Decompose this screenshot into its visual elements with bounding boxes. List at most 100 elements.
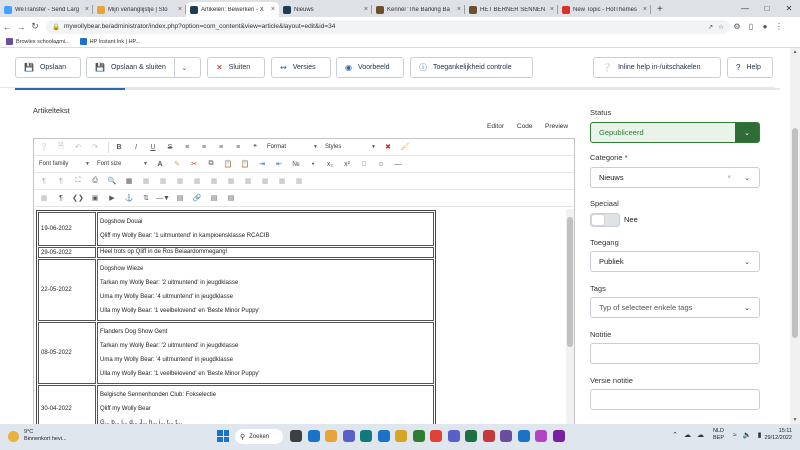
taskbar-app-icon[interactable] (517, 430, 530, 442)
news-date[interactable]: 30-04-2022 (38, 385, 96, 424)
taskbar-app-icon[interactable] (482, 430, 495, 442)
news-description[interactable]: Flanders Dog Show Gent Tarkan my Wolly Be… (97, 322, 434, 384)
browser-tab[interactable]: HET BERNER SENNEN × (465, 2, 558, 17)
page-break-icon[interactable]: ⇅ (139, 192, 153, 205)
version-note-input[interactable] (590, 389, 760, 410)
taskbar-app-icon[interactable] (465, 430, 477, 442)
taskbar-app-icon[interactable] (447, 430, 460, 442)
cell-split-icon[interactable]: ▦ (275, 175, 289, 188)
underline-icon[interactable]: U (146, 141, 160, 154)
col-delete-icon[interactable]: ▦ (258, 175, 272, 188)
row-insert-before-icon[interactable]: ▦ (173, 175, 187, 188)
menu-icon[interactable]: ⋮ (772, 22, 786, 31)
clear-icon[interactable]: × (727, 175, 731, 181)
align-center-icon[interactable]: ≡ (197, 141, 211, 154)
editor-body[interactable]: 19-06-2022 Dogshow Douai Qliff my Wolly Be… (34, 209, 574, 424)
forward-icon[interactable]: → (14, 22, 28, 32)
tab-close-icon[interactable]: × (85, 6, 89, 13)
special-char-icon[interactable]: Ω (357, 158, 371, 171)
horizontal-rule-icon[interactable]: — (391, 158, 405, 171)
battery-icon[interactable]: ▮ (758, 431, 762, 439)
bookmark-hp-instant-ink[interactable]: HP Instant Ink | HP... (79, 38, 140, 45)
versions-button[interactable]: ↭ Versies (271, 57, 331, 78)
url-text[interactable]: mywollybear.be/administrator/index.php?o… (64, 23, 703, 30)
align-left-icon[interactable]: ≡ (180, 141, 194, 154)
readmore-icon[interactable]: ▤ (224, 192, 238, 205)
browser-tab[interactable]: Nieuws × (279, 2, 372, 17)
taskbar-search[interactable]: ⚲ Zoeken (235, 429, 283, 444)
news-description[interactable]: Dogshow Wieze Tarkan my Wolly Bear: '2 ui… (97, 259, 434, 321)
bullet-list-icon[interactable]: • (306, 158, 320, 171)
cell-merge-icon[interactable]: ▦ (292, 175, 306, 188)
preview-button[interactable]: ◉ Voorbeeld (336, 57, 404, 78)
back-icon[interactable]: ← (0, 22, 14, 32)
volume-icon[interactable]: 🔈 (743, 431, 752, 439)
taskbar-app-icon[interactable] (395, 430, 407, 442)
reload-icon[interactable]: ↻ (28, 21, 42, 32)
tab-close-icon[interactable]: × (178, 6, 182, 13)
undo-icon[interactable]: ↶ (71, 141, 85, 154)
help-button[interactable]: ? Help (727, 57, 773, 78)
browser-tab[interactable]: WeTransfer - Send Larg × (0, 2, 93, 17)
inline-help-button[interactable]: ❔ Inline help in-/uitschakelen (593, 57, 721, 78)
close-window-icon[interactable]: ✕ (778, 0, 800, 17)
fullscreen-icon[interactable]: ⛶ (71, 175, 85, 188)
print-icon[interactable]: ⎙ (88, 175, 102, 188)
taskbar-app-icon[interactable] (535, 430, 547, 442)
tab-close-icon[interactable]: × (457, 6, 461, 13)
indent-icon[interactable]: ⇥ (255, 158, 269, 171)
format-select[interactable]: Format ▼ (265, 141, 320, 153)
tags-input[interactable]: Typ of selecteer enkele tags ⌄ (590, 297, 760, 318)
highlight-icon[interactable]: ✎ (170, 158, 184, 171)
address-bar[interactable]: 🔒 mywollybear.be/administrator/index.php… (46, 19, 730, 34)
windows-start-icon[interactable] (217, 430, 229, 442)
taskbar-app-icon[interactable] (552, 430, 565, 442)
tab-editor[interactable]: Editor (487, 123, 504, 130)
remove-format-icon[interactable]: ✖ (381, 141, 395, 154)
pilcrow-icon[interactable]: ¶ (54, 192, 68, 205)
text-color-icon[interactable]: A (153, 158, 167, 171)
copy-icon[interactable]: ⧉ (204, 158, 218, 171)
tab-code[interactable]: Code (517, 123, 533, 130)
superscript-icon[interactable]: x² (340, 158, 354, 171)
help-icon[interactable]: ❔ (37, 141, 51, 154)
outdent-icon[interactable]: ⇤ (272, 158, 286, 171)
page-scrollbar[interactable]: ▲ ▼ (790, 48, 800, 424)
emoticon-icon[interactable]: ☺ (374, 158, 388, 171)
image-icon[interactable]: ▣ (88, 192, 102, 205)
news-description[interactable]: Heel trots op Qliff in de Ros Beiaardomm… (97, 247, 434, 258)
align-justify-icon[interactable]: ≡ (231, 141, 245, 154)
ltr-icon[interactable]: ¶ (37, 175, 51, 188)
clock[interactable]: 15:11 29/12/2022 (764, 428, 792, 442)
taskbar-app-icon[interactable] (360, 430, 372, 442)
blockquote-icon[interactable]: ❝ (248, 141, 262, 154)
wifi-icon[interactable]: ≈ (733, 432, 737, 439)
table-row[interactable]: 29-05-2022 Heel trots op Qliff in de Ros … (38, 247, 434, 258)
browser-tab[interactable]: Kennel 'The Barking Ba × (372, 2, 465, 17)
save-button[interactable]: 💾 Opslaan (15, 57, 81, 78)
browser-tab[interactable]: Mijn verlanglijstje | Sto × (93, 2, 186, 17)
tab-close-icon[interactable]: × (364, 6, 368, 13)
cloud-icon[interactable]: ☁ (684, 431, 691, 439)
language-indicator[interactable]: NLD BEP (713, 428, 724, 442)
anchor-icon[interactable]: ⚓ (122, 192, 136, 205)
news-description[interactable]: Belgische Sennenhonden Club: Fokselectie… (97, 385, 434, 424)
browser-tab[interactable]: New Topic - HotThemes × (558, 2, 651, 17)
italic-icon[interactable]: I (129, 141, 143, 154)
redo-icon[interactable]: ↷ (88, 141, 102, 154)
weather-widget[interactable]: 9°C Binnenkort hevi... (8, 429, 67, 443)
table-row[interactable]: 19-06-2022 Dogshow Douai Qliff my Wolly Be… (38, 212, 434, 246)
tab-preview[interactable]: Preview (545, 123, 568, 130)
news-date[interactable]: 29-05-2022 (38, 247, 96, 258)
news-date[interactable]: 22-05-2022 (38, 259, 96, 321)
table-row[interactable]: 22-05-2022 Dogshow Wieze Tarkan my Wolly B… (38, 259, 434, 321)
new-document-icon[interactable]: 🗎 (54, 141, 68, 154)
align-right-icon[interactable]: ≡ (214, 141, 228, 154)
status-select[interactable]: Gepubliceerd ⌄ (590, 122, 760, 143)
code-sample-icon[interactable]: ❮❯ (71, 192, 85, 205)
bold-icon[interactable]: B (112, 141, 126, 154)
sidepanel-icon[interactable]: ▯ (744, 22, 758, 31)
row-insert-after-icon[interactable]: ▦ (190, 175, 204, 188)
note-input[interactable] (590, 343, 760, 364)
col-insert-before-icon[interactable]: ▦ (224, 175, 238, 188)
